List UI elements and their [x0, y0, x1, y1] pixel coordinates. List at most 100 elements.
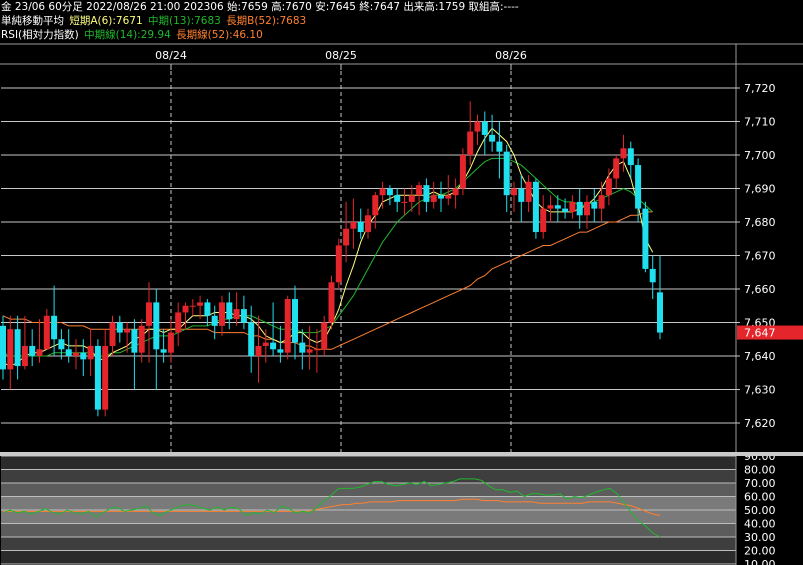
candle-body: [576, 201, 583, 216]
candle: [313, 329, 320, 373]
candle: [87, 329, 94, 377]
candle: [204, 299, 211, 326]
rsi-band: [1, 469, 736, 483]
candle: [58, 329, 65, 360]
price-tick-label: 7,660: [744, 283, 776, 296]
candle-body: [357, 222, 364, 233]
date-label: 08/26: [495, 49, 527, 62]
candle-body: [335, 245, 342, 283]
candle-body: [365, 215, 371, 233]
candle-body: [445, 195, 452, 199]
candle-body: [511, 188, 517, 196]
candle-body: [379, 188, 386, 196]
price-tick-label: 7,620: [744, 417, 776, 430]
candle-body: [160, 349, 167, 353]
price-tick-label: 7,630: [744, 384, 776, 397]
candle: [102, 329, 109, 417]
candle-body: [627, 148, 634, 166]
candle: [292, 285, 298, 360]
price-tick-label: 7,640: [744, 350, 776, 363]
candle: [416, 181, 423, 216]
candle-body: [21, 345, 28, 367]
panel-separator: [0, 452, 803, 456]
rsi-tick-label: 20.00: [744, 545, 776, 558]
candle: [467, 101, 474, 166]
candle-body: [525, 181, 532, 202]
price-chart-area[interactable]: 90.0080.0070.0060.0050.0040.0030.0020.00…: [0, 0, 803, 565]
rsi-tick-label: 10.00: [744, 558, 776, 565]
rsi-panel: 90.0080.0070.0060.0050.0040.0030.0020.00…: [1, 450, 776, 565]
candle: [635, 158, 642, 222]
candle-body: [175, 312, 182, 333]
candle-body: [591, 201, 598, 209]
rsi-tick-label: 40.00: [744, 518, 776, 531]
candle: [394, 188, 401, 212]
candle-body: [189, 305, 196, 307]
candle-body: [423, 185, 430, 202]
candle: [511, 181, 517, 212]
candle-body: [343, 228, 350, 246]
candle: [532, 178, 539, 239]
candle: [459, 148, 466, 196]
candle-body: [401, 201, 408, 203]
candle-body: [467, 131, 474, 155]
candle: [80, 339, 87, 377]
candle: [43, 309, 50, 350]
candle: [233, 292, 240, 326]
ma-short-line: [2, 127, 654, 367]
candle-body: [73, 352, 79, 356]
candle: [489, 114, 496, 152]
candle: [116, 315, 123, 343]
candle-body: [386, 188, 393, 196]
candle: [277, 325, 284, 363]
rsi-tick-label: 30.00: [744, 531, 776, 544]
candle: [547, 195, 554, 222]
price-tick-label: 7,720: [744, 82, 776, 95]
price-grid: 08/24 08/25 08/26: [1, 49, 736, 452]
rsi-band: [1, 523, 736, 537]
candle: [270, 302, 277, 356]
candle-body: [109, 322, 116, 346]
candle: [474, 114, 481, 145]
candle: [452, 178, 459, 209]
candle-body: [547, 205, 554, 209]
candle-body: [657, 292, 663, 333]
candle-body: [167, 332, 174, 353]
candle-body: [182, 305, 189, 313]
candle-body: [14, 329, 21, 367]
rsi-tick-label: 60.00: [744, 491, 776, 504]
date-label: 08/24: [155, 49, 187, 62]
candle-body: [299, 342, 306, 353]
candle-body: [328, 282, 335, 323]
candle-body: [430, 195, 437, 202]
candle: [226, 292, 233, 330]
candle-body: [284, 299, 291, 353]
candle-body: [43, 315, 50, 350]
candle-body: [87, 345, 94, 360]
candle: [29, 329, 36, 367]
candle-body: [408, 195, 415, 202]
candle: [438, 181, 444, 212]
candle-body: [489, 134, 496, 142]
rsi-band: [1, 510, 736, 524]
moving-average-lines: [2, 127, 654, 367]
candle-body: [131, 329, 138, 353]
candle-body: [138, 325, 145, 353]
candle-body: [51, 315, 58, 340]
candle: [401, 188, 408, 216]
candle: [423, 178, 430, 212]
rsi-tick-label: 90.00: [744, 450, 776, 463]
candle: [540, 195, 547, 239]
candle: [481, 111, 488, 155]
candle-body: [240, 309, 247, 323]
candle-body: [605, 178, 612, 196]
candle: [14, 315, 21, 380]
candle: [73, 339, 79, 370]
candle: [518, 175, 525, 222]
candle-body: [36, 349, 43, 356]
candle: [284, 295, 291, 360]
candle-body: [613, 158, 620, 179]
candle-body: [0, 325, 6, 370]
candle-body: [153, 302, 160, 350]
candle: [598, 181, 605, 222]
